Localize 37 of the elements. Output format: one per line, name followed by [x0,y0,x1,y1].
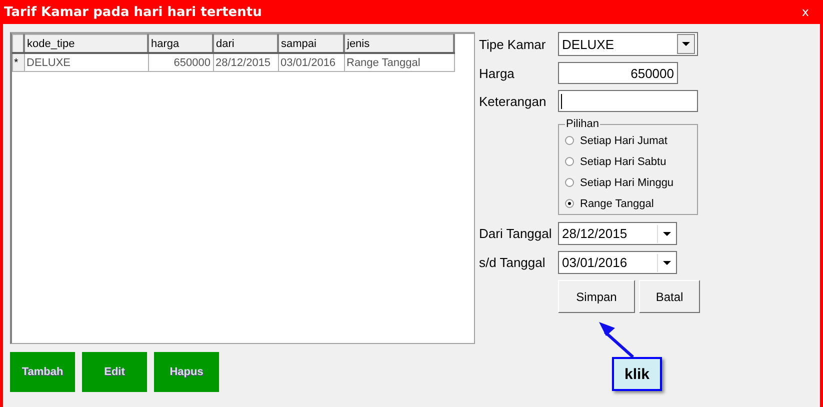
window-title: Tarif Kamar pada hari hari tertentu [4,4,262,20]
column-header[interactable]: dari [213,34,278,53]
description-field[interactable] [558,90,698,112]
room-type-dropdown[interactable]: DELUXE [558,32,698,56]
pointer-arrow [597,320,637,360]
form-button[interactable]: Batal [639,280,700,313]
field-label: Harga [479,66,516,80]
radio-option[interactable]: Setiap Hari Sabtu [565,151,697,172]
callout-label: klik [612,357,662,391]
date-picker[interactable]: 03/01/2016 [558,251,677,274]
radio-button[interactable] [565,199,574,208]
date-picker[interactable]: 28/12/2015 [558,222,677,245]
table-cell: DELUXE [24,53,148,72]
radio-option[interactable]: Setiap Hari Minggu [565,172,697,193]
column-header[interactable]: harga [148,34,213,53]
table-cell: 03/01/2016 [278,53,344,72]
radio-option[interactable]: Range Tanggal [565,193,697,214]
column-header[interactable]: sampai [278,34,344,53]
table-cell: 28/12/2015 [213,53,278,72]
radio-option[interactable]: Setiap Hari Jumat [565,130,697,151]
column-header[interactable]: jenis [344,34,454,53]
form-button[interactable]: Simpan [558,280,635,313]
table-cell: 650000 [148,53,213,72]
field-label: Keterangan [479,94,548,108]
close-button[interactable]: x [794,5,817,19]
field-label: Dari Tanggal [479,226,553,241]
radio-button[interactable] [565,136,574,145]
corner-header [12,34,24,53]
table-cell: Range Tanggal [344,53,454,72]
radio-button[interactable] [565,178,574,187]
column-header[interactable]: kode_tipe [24,34,148,53]
row-marker: * [12,53,24,72]
field-label: s/d Tanggal [479,255,546,270]
field-label: Tipe Kamar [479,36,547,52]
group-label: Pilihan [565,118,600,130]
price-field[interactable]: 650000 [558,62,678,84]
radio-button[interactable] [565,157,574,166]
